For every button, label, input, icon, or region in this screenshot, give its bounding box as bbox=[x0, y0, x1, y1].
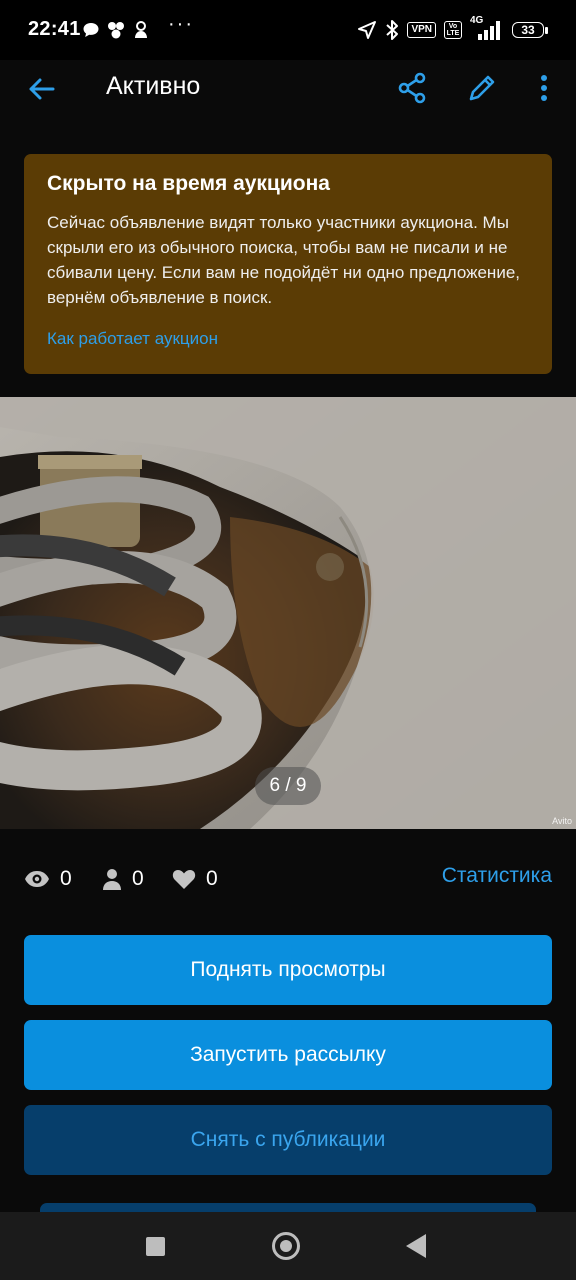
home-button[interactable] bbox=[272, 1232, 300, 1260]
vpn-badge: VPN bbox=[407, 22, 436, 38]
status-bar: 22:41 ··· VPN Vo LTE 4G 33 bbox=[0, 0, 576, 60]
more-options-button[interactable] bbox=[528, 68, 560, 108]
status-notification-icons bbox=[82, 18, 150, 42]
photo-image bbox=[0, 397, 576, 829]
photo-counter: 6 / 9 bbox=[255, 767, 321, 805]
listing-photo[interactable]: 6 / 9 Avito bbox=[0, 397, 576, 829]
photo-watermark: Avito bbox=[552, 816, 572, 826]
network-type: 4G bbox=[470, 15, 504, 42]
system-back-button[interactable] bbox=[406, 1234, 426, 1258]
listing-stats: 0 0 0 Статистика bbox=[24, 862, 552, 896]
auction-notice: Скрыто на время аукциона Сейчас объявлен… bbox=[24, 154, 552, 374]
heart-icon bbox=[172, 870, 196, 889]
mascot-icon bbox=[135, 21, 147, 38]
notice-title: Скрыто на время аукциона bbox=[47, 172, 330, 195]
status-overflow-icon: ··· bbox=[168, 13, 194, 35]
views-count: 0 bbox=[60, 867, 72, 890]
how-auction-works-link[interactable]: Как работает аукцион bbox=[47, 329, 218, 349]
share-icon bbox=[398, 72, 426, 104]
edit-button[interactable] bbox=[462, 68, 502, 108]
pencil-icon bbox=[469, 75, 495, 101]
favorites-count: 0 bbox=[206, 867, 218, 890]
status-right-icons: VPN Vo LTE 4G 33 bbox=[357, 15, 548, 44]
bluetooth-icon bbox=[386, 20, 399, 40]
contacts-stat: 0 bbox=[102, 862, 144, 896]
cluster-icon bbox=[108, 22, 124, 39]
contacts-count: 0 bbox=[132, 867, 144, 890]
location-arrow-icon bbox=[358, 21, 377, 39]
start-mailing-button[interactable]: Запустить рассылку bbox=[24, 1020, 552, 1090]
back-button[interactable] bbox=[22, 70, 60, 108]
share-button[interactable] bbox=[392, 68, 432, 108]
person-icon bbox=[103, 869, 121, 890]
recents-button[interactable] bbox=[146, 1237, 165, 1256]
arrow-left-icon bbox=[29, 78, 55, 100]
eye-icon bbox=[25, 871, 49, 887]
message-icon bbox=[83, 23, 99, 37]
system-nav-bar bbox=[0, 1212, 576, 1280]
volte-badge: Vo LTE bbox=[444, 21, 462, 39]
more-vertical-icon bbox=[541, 75, 547, 101]
notice-text: Сейчас объявление видят только участники… bbox=[47, 213, 520, 307]
favorites-stat: 0 bbox=[172, 862, 218, 896]
views-stat: 0 bbox=[24, 862, 72, 896]
status-time: 22:41 bbox=[28, 18, 81, 40]
raise-views-button[interactable]: Поднять просмотры bbox=[24, 935, 552, 1005]
next-button-edge bbox=[40, 1203, 536, 1212]
unpublish-button[interactable]: Снять с публикации bbox=[24, 1105, 552, 1175]
app-bar: Активно bbox=[0, 60, 576, 116]
page-title: Активно bbox=[106, 72, 201, 100]
signal-icon bbox=[478, 21, 500, 40]
statistics-link[interactable]: Статистика bbox=[442, 864, 552, 888]
battery-icon: 33 bbox=[512, 22, 548, 38]
